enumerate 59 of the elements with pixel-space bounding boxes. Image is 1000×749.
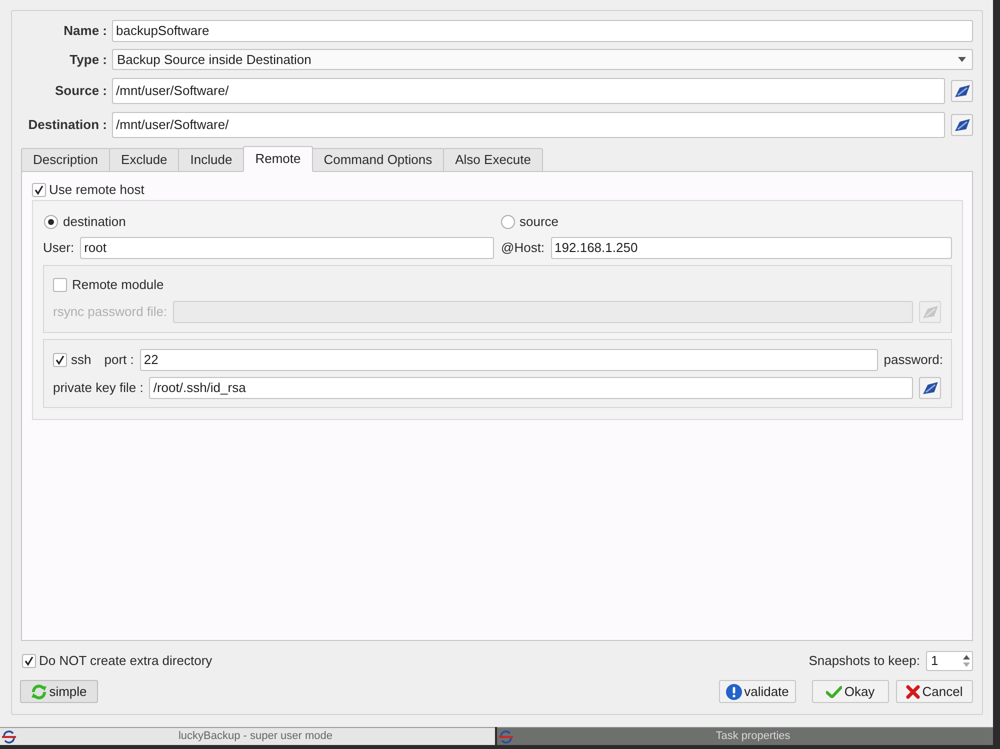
cancel-button[interactable]: Cancel [896,680,973,703]
spin-arrows-icon [963,655,970,667]
tab[interactable]: Description [21,148,110,172]
radio-button[interactable] [44,214,58,229]
field-label: Source : [54,82,107,100]
type-dropdown[interactable]: Backup Source inside Destination [112,49,973,70]
field-label: Destination : [27,116,107,134]
field-label: @Host: [501,239,545,258]
browse-button[interactable] [951,80,973,102]
field-label: destination [63,213,126,231]
field-label: Snapshots to keep: [808,652,920,670]
text-field[interactable]: 192.168.1.250 [550,237,952,259]
checkbox[interactable] [32,183,46,197]
exclamation-icon [726,684,742,700]
field-label: Use remote host [49,181,144,200]
text-field[interactable]: 22 [140,349,878,371]
field-label: private key file : [53,379,144,398]
cross-icon [906,684,920,698]
checkbox[interactable] [53,278,67,292]
pen-icon [954,84,970,98]
text-field[interactable]: root [80,237,494,259]
field-label: ssh [71,351,92,370]
simple-button[interactable]: simple [20,680,98,703]
refresh-icon [31,684,48,700]
radio-button[interactable] [500,214,514,229]
caret-icon [958,57,966,62]
field-label: Remote module [72,276,164,294]
field-label: Name : [62,22,107,40]
field-label: port : [104,351,134,370]
check-icon [826,686,842,698]
field-label: User: [43,239,74,258]
pen-icon [922,382,938,394]
pen-icon [954,118,970,132]
validate-button[interactable]: validate [719,680,796,703]
tab[interactable]: Exclude [109,148,180,172]
browse-button[interactable] [951,114,973,136]
tab[interactable]: Also Execute [443,148,543,172]
tab[interactable]: Include [178,148,244,172]
tab[interactable]: Command Options [312,148,444,172]
browse-button[interactable] [919,377,941,399]
taskbar-window-button[interactable]: luckyBackup - super user mode [0,727,495,745]
field-label: Type : [68,50,107,69]
app-logo-icon [499,730,513,744]
spin-box[interactable]: 1 [926,651,973,671]
field-label: Do NOT create extra directory [39,652,212,670]
text-field[interactable]: /mnt/user/Software/ [112,112,945,138]
checkbox[interactable] [53,353,67,367]
field-label: rsync password file: [53,303,168,322]
app-logo-icon [2,730,16,744]
pen-icon [922,306,938,318]
checkbox[interactable] [22,654,36,668]
tab[interactable]: Remote [243,146,313,172]
taskbar-window-button[interactable]: Task properties [497,727,993,745]
field-label: password: [884,351,943,370]
text-field[interactable]: /root/.ssh/id_rsa [149,377,913,399]
text-field[interactable]: backupSoftware [112,20,973,42]
field-label: source [520,213,559,231]
text-field[interactable]: /mnt/user/Software/ [112,78,945,104]
okay-button[interactable]: Okay [812,680,889,703]
